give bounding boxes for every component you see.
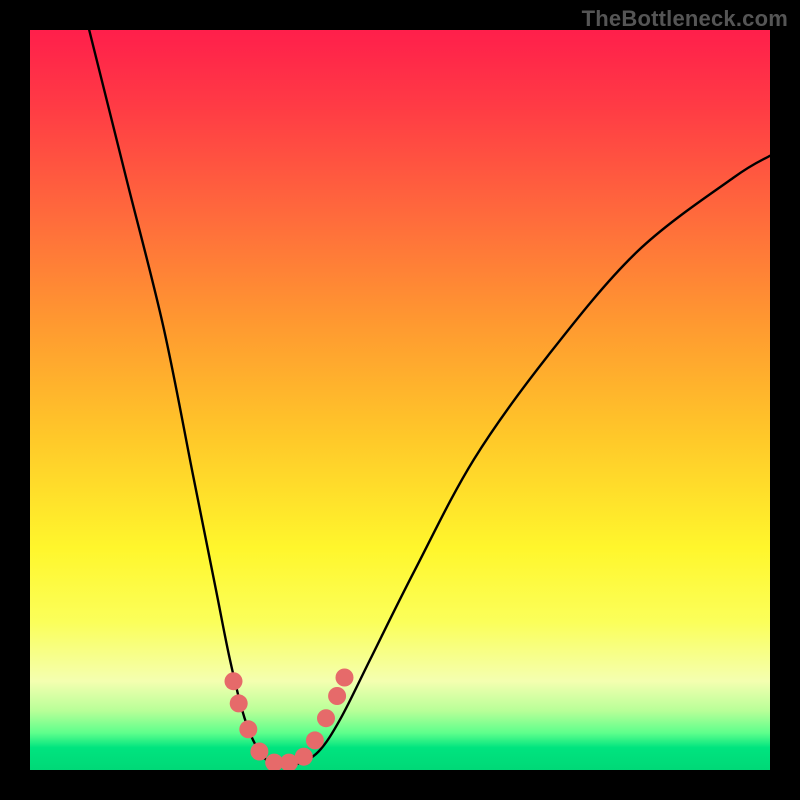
chart-frame: TheBottleneck.com	[0, 0, 800, 800]
highlight-dot	[306, 731, 324, 749]
highlight-dot	[295, 748, 313, 766]
highlight-dot	[225, 672, 243, 690]
highlight-dot	[239, 720, 257, 738]
plot-area	[30, 30, 770, 770]
highlight-dot	[328, 687, 346, 705]
highlight-dot	[336, 669, 354, 687]
highlight-dot	[250, 743, 268, 761]
highlight-dot	[230, 694, 248, 712]
curve-svg	[30, 30, 770, 770]
watermark-text: TheBottleneck.com	[582, 6, 788, 32]
bottleneck-curve	[89, 30, 770, 766]
highlight-dot	[317, 709, 335, 727]
